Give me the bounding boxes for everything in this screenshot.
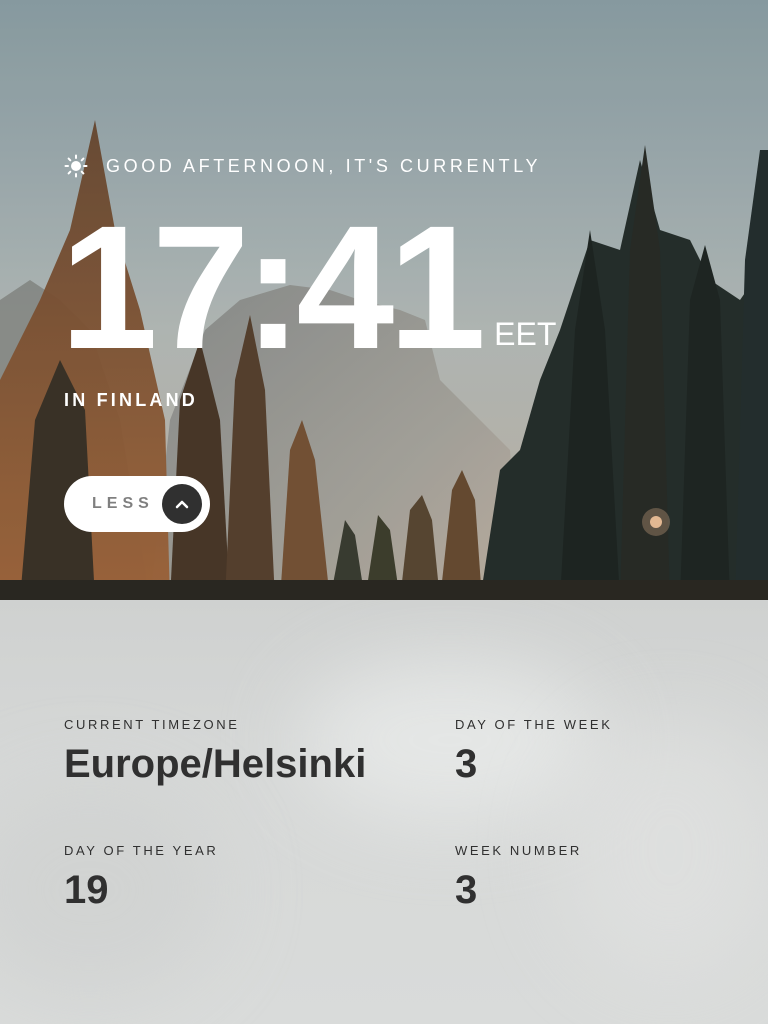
stat-day-of-week: Day of the week 3 bbox=[455, 717, 612, 788]
hero-background: Good afternoon, it's currently 17:41 EET… bbox=[0, 0, 768, 600]
stat-label: Week number bbox=[455, 843, 582, 858]
stat-value: 19 bbox=[64, 868, 109, 912]
stat-week-number: Week number 3 bbox=[455, 843, 582, 914]
stat-label: Day of the year bbox=[64, 843, 219, 858]
clock-display: 17:41 EET bbox=[60, 200, 556, 376]
clock-app: Good afternoon, it's currently 17:41 EET… bbox=[0, 0, 768, 1024]
greeting-text: Good afternoon, it's currently bbox=[106, 155, 542, 176]
timezone-abbreviation: EET bbox=[494, 316, 557, 352]
stat-value: 3 bbox=[455, 742, 478, 786]
greeting: Good afternoon, it's currently bbox=[64, 154, 541, 178]
stat-current-timezone: Current Timezone Europe/Helsinki bbox=[64, 717, 366, 788]
stat-label: Current Timezone bbox=[64, 717, 240, 732]
stat-label: Day of the week bbox=[455, 717, 613, 732]
less-toggle-button[interactable]: Less bbox=[64, 476, 210, 532]
stat-value: 3 bbox=[455, 868, 478, 912]
current-time: 17:41 bbox=[60, 190, 486, 386]
details-panel: Current Timezone Europe/Helsinki Day of … bbox=[0, 600, 768, 1024]
sun-icon bbox=[64, 154, 88, 178]
chevron-up-icon bbox=[162, 484, 202, 524]
stat-value: Europe/Helsinki bbox=[64, 742, 367, 786]
stat-day-of-year: Day of the year 19 bbox=[64, 843, 218, 914]
toggle-label: Less bbox=[92, 495, 154, 512]
location-text: In Finland bbox=[64, 390, 198, 410]
